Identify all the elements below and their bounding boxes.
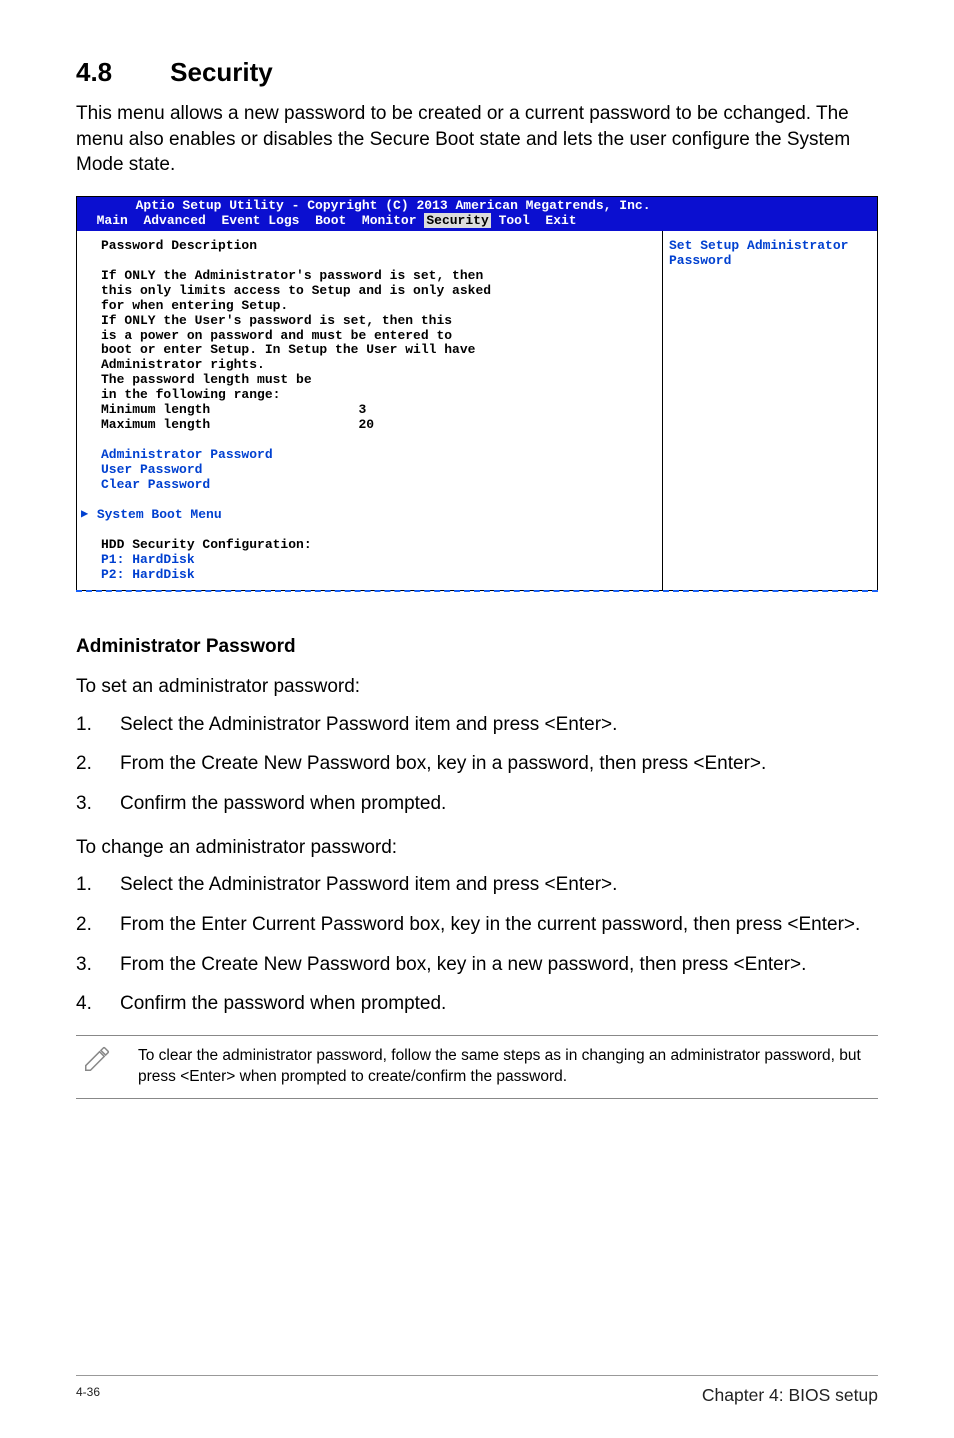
- step-number: 1.: [76, 712, 120, 738]
- menu-boot: Boot: [315, 213, 346, 228]
- help-text: Set Setup Administrator Password: [669, 238, 856, 268]
- list-item: 4.Confirm the password when prompted.: [76, 991, 878, 1017]
- list-item: 1.Select the Administrator Password item…: [76, 712, 878, 738]
- password-description-label: Password Description: [101, 238, 257, 253]
- step-text: From the Create New Password box, key in…: [120, 751, 878, 777]
- administrator-password-heading: Administrator Password: [76, 634, 878, 660]
- list-item: 3.Confirm the password when prompted.: [76, 791, 878, 817]
- desc-line-5: is a power on password and must be enter…: [101, 328, 452, 343]
- menu-main: Main: [97, 213, 128, 228]
- p1-harddisk-item[interactable]: P1: HardDisk: [101, 552, 195, 567]
- step-number: 1.: [76, 872, 120, 898]
- menu-monitor: Monitor: [362, 213, 417, 228]
- system-boot-menu-item[interactable]: System Boot Menu: [97, 507, 222, 522]
- p2-harddisk-item[interactable]: P2: HardDisk: [101, 567, 195, 582]
- change-intro-paragraph: To change an administrator password:: [76, 835, 878, 861]
- menu-advanced: Advanced: [143, 213, 205, 228]
- list-item: 2.From the Enter Current Password box, k…: [76, 912, 878, 938]
- clear-password-item[interactable]: Clear Password: [101, 477, 210, 492]
- bios-header: Aptio Setup Utility - Copyright (C) 2013…: [77, 197, 877, 231]
- hdd-security-config-label: HDD Security Configuration:: [101, 537, 312, 552]
- step-text: From the Enter Current Password box, key…: [120, 912, 878, 938]
- menu-tool: Tool: [499, 213, 530, 228]
- step-number: 3.: [76, 952, 120, 978]
- note-box: To clear the administrator password, fol…: [76, 1035, 878, 1099]
- set-password-steps: 1.Select the Administrator Password item…: [76, 712, 878, 817]
- dashed-separator: [76, 590, 878, 592]
- bios-title-line: Aptio Setup Utility - Copyright (C) 2013…: [136, 198, 651, 213]
- menu-exit: Exit: [545, 213, 576, 228]
- desc-line-1: If ONLY the Administrator's password is …: [101, 268, 483, 283]
- desc-line-2: this only limits access to Setup and is …: [101, 283, 491, 298]
- note-text: To clear the administrator password, fol…: [138, 1046, 878, 1088]
- desc-line-7: Administrator rights.: [101, 357, 265, 372]
- bios-screenshot: Aptio Setup Utility - Copyright (C) 2013…: [76, 196, 878, 591]
- step-number: 3.: [76, 791, 120, 817]
- bios-left-panel: Password Description If ONLY the Adminis…: [77, 231, 662, 591]
- max-length-label: Maximum length: [101, 417, 210, 432]
- section-title: Security: [170, 57, 273, 87]
- pencil-icon: [82, 1044, 118, 1082]
- bios-help-panel: Set Setup Administrator Password: [662, 231, 877, 591]
- user-password-item[interactable]: User Password: [101, 462, 202, 477]
- max-length-value: 20: [358, 417, 374, 432]
- desc-line-4: If ONLY the User's password is set, then…: [101, 313, 452, 328]
- page-footer: 4-36 Chapter 4: BIOS setup: [76, 1375, 878, 1408]
- intro-paragraph: This menu allows a new password to be cr…: [76, 101, 878, 178]
- desc-line-6: boot or enter Setup. In Setup the User w…: [101, 342, 475, 357]
- step-text: Select the Administrator Password item a…: [120, 872, 878, 898]
- section-heading: 4.8 Security: [76, 55, 878, 90]
- min-length-label: Minimum length: [101, 402, 210, 417]
- menu-event-logs: Event Logs: [221, 213, 299, 228]
- page-number: 4-36: [76, 1384, 100, 1408]
- administrator-password-item[interactable]: Administrator Password: [101, 447, 273, 462]
- min-length-value: 3: [358, 402, 366, 417]
- change-password-steps: 1.Select the Administrator Password item…: [76, 872, 878, 1017]
- step-text: Confirm the password when prompted.: [120, 991, 878, 1017]
- step-text: From the Create New Password box, key in…: [120, 952, 878, 978]
- triangle-icon: ▶: [81, 508, 88, 522]
- set-intro-paragraph: To set an administrator password:: [76, 674, 878, 700]
- desc-line-8: The password length must be: [101, 372, 312, 387]
- desc-line-9: in the following range:: [101, 387, 280, 402]
- step-text: Select the Administrator Password item a…: [120, 712, 878, 738]
- list-item: 1.Select the Administrator Password item…: [76, 872, 878, 898]
- list-item: 2.From the Create New Password box, key …: [76, 751, 878, 777]
- section-number: 4.8: [76, 55, 112, 90]
- chapter-label: Chapter 4: BIOS setup: [702, 1384, 878, 1408]
- menu-security: Security: [424, 213, 490, 228]
- desc-line-3: for when entering Setup.: [101, 298, 288, 313]
- step-number: 2.: [76, 751, 120, 777]
- list-item: 3.From the Create New Password box, key …: [76, 952, 878, 978]
- step-number: 2.: [76, 912, 120, 938]
- step-number: 4.: [76, 991, 120, 1017]
- step-text: Confirm the password when prompted.: [120, 791, 878, 817]
